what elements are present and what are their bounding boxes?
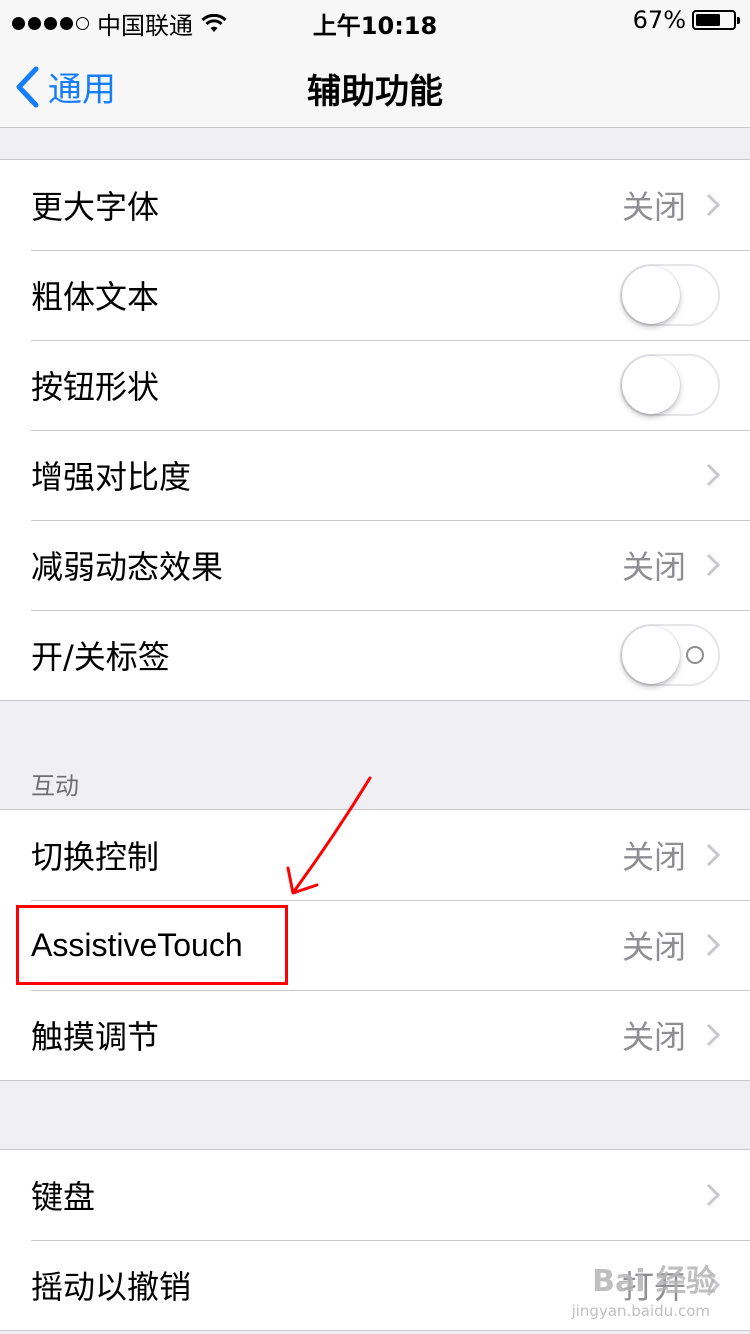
chevron-right-icon — [706, 1023, 720, 1047]
chevron-right-icon — [706, 193, 720, 217]
row-reduce-motion[interactable]: 减弱动态效果 关闭 — [0, 520, 750, 610]
row-larger-text[interactable]: 更大字体 关闭 — [0, 160, 750, 250]
row-switch-control[interactable]: 切换控制 关闭 — [0, 810, 750, 900]
bold-text-toggle[interactable] — [620, 264, 720, 326]
chevron-right-icon — [706, 843, 720, 867]
section-header-interaction: 互动 — [31, 772, 79, 800]
row-label: AssistiveTouch — [31, 926, 243, 963]
row-label: 摇动以撤销 — [31, 1268, 192, 1306]
chevron-right-icon — [706, 1183, 720, 1207]
chevron-right-icon — [706, 463, 720, 487]
row-label: 更大字体 — [31, 188, 160, 226]
row-bold-text: 粗体文本 — [0, 250, 750, 340]
row-label: 按钮形状 — [31, 368, 160, 406]
row-touch-accommodations[interactable]: 触摸调节 关闭 — [0, 990, 750, 1080]
status-bar: 中国联通 上午10:18 67% — [0, 0, 750, 40]
row-label: 开/关标签 — [31, 638, 170, 676]
row-button-shapes: 按钮形状 — [0, 340, 750, 430]
watermark-url: jingyan.baidu.com — [571, 1302, 710, 1320]
row-label: 触摸调节 — [31, 1018, 160, 1056]
row-value: 关闭 — [621, 928, 686, 966]
row-label: 切换控制 — [31, 838, 160, 876]
row-increase-contrast[interactable]: 增强对比度 — [0, 430, 750, 520]
row-on-off-labels: 开/关标签 — [0, 610, 750, 700]
toggle-knob — [622, 356, 680, 414]
watermark-logo: Bai 经验 — [592, 1264, 716, 1299]
settings-group-display: 更大字体 关闭 粗体文本 按钮形状 增强对比度 减弱动态效果 关闭 开/关标签 — [0, 159, 750, 701]
chevron-right-icon — [706, 933, 720, 957]
toggle-knob — [622, 266, 680, 324]
row-keyboard[interactable]: 键盘 — [0, 1150, 750, 1240]
battery-fill — [696, 14, 721, 26]
row-value: 关闭 — [621, 188, 686, 226]
battery-percent: 67% — [632, 6, 686, 34]
status-right: 67% — [632, 6, 740, 34]
row-value: 关闭 — [621, 1018, 686, 1056]
row-label: 粗体文本 — [31, 278, 160, 316]
battery-icon — [692, 10, 740, 30]
chevron-right-icon — [706, 553, 720, 577]
settings-group-interaction: 切换控制 关闭 AssistiveTouch 关闭 触摸调节 关闭 — [0, 809, 750, 1081]
page-title: 辅助功能 — [307, 72, 443, 112]
off-label-icon — [686, 646, 704, 664]
row-value: 关闭 — [621, 548, 686, 586]
row-label: 键盘 — [31, 1178, 96, 1216]
button-shapes-toggle[interactable] — [620, 354, 720, 416]
toggle-knob — [622, 626, 680, 684]
row-value: 关闭 — [621, 838, 686, 876]
row-label: 减弱动态效果 — [31, 548, 224, 586]
row-assistive-touch[interactable]: AssistiveTouch 关闭 — [0, 900, 750, 990]
on-off-labels-toggle[interactable] — [620, 624, 720, 686]
row-label: 增强对比度 — [31, 458, 192, 496]
navigation-bar: 通用 辅助功能 — [0, 40, 750, 128]
